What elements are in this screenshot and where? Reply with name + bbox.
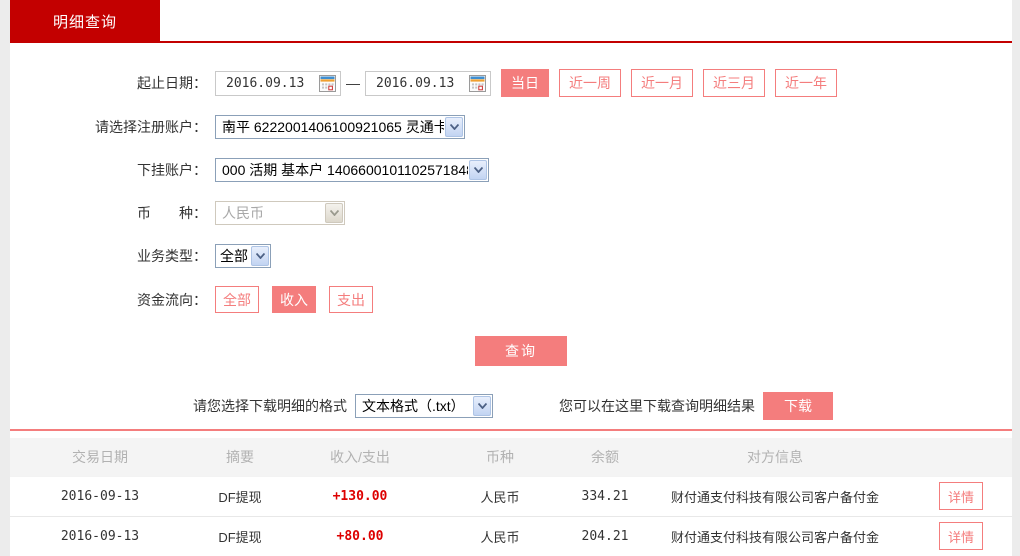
fund-flow-label: 资金流向：	[137, 291, 207, 308]
business-type-row: 业务类型： 全部	[10, 243, 1012, 269]
query-row: 查询	[30, 336, 1012, 366]
query-form: 起止日期： 2016.09.13 — 2016.09.13 当日 近一周 近一月…	[10, 43, 1012, 420]
tab-detail-query[interactable]: 明细查询	[10, 0, 160, 43]
end-date-value: 2016.09.13	[376, 75, 455, 91]
date-range-row: 起止日期： 2016.09.13 — 2016.09.13 当日 近一周 近一月…	[10, 69, 1012, 97]
download-format-value: 文本格式（.txt）	[362, 398, 465, 414]
cell-trade-date: 2016-09-13	[10, 516, 190, 556]
cell-counterparty: 财付通支付科技有限公司客户备付金	[640, 475, 910, 517]
chevron-down-icon	[473, 396, 491, 416]
cell-trade-date: 2016-09-13	[10, 475, 190, 517]
header-balance: 余额	[570, 438, 640, 476]
results-table: 交易日期 摘要 收入/支出 币种 余额 对方信息 2016-09-13 DF提现…	[10, 438, 1012, 556]
header-counterparty: 对方信息	[640, 438, 910, 476]
currency-value: 人民币	[222, 205, 264, 221]
fund-flow-income-button[interactable]: 收入	[272, 286, 316, 313]
cell-currency: 人民币	[430, 516, 570, 556]
calendar-icon[interactable]	[319, 74, 336, 92]
currency-row: 币 种： 人民币	[10, 200, 1012, 226]
header-summary: 摘要	[190, 438, 290, 476]
download-button[interactable]: 下载	[763, 392, 833, 420]
fund-flow-expense-button[interactable]: 支出	[329, 286, 373, 313]
detail-button[interactable]: 详情	[939, 482, 983, 510]
sub-account-row: 下挂账户： 000 活期 基本户 1406600101102571848	[10, 157, 1012, 183]
section-divider	[10, 429, 1012, 431]
cell-amount: +130.00	[290, 475, 430, 517]
calendar-icon[interactable]	[469, 74, 486, 92]
quick-range-today-button[interactable]: 当日	[501, 69, 549, 97]
header-trade-date: 交易日期	[10, 438, 190, 476]
sub-account-value: 000 活期 基本户 1406600101102571848	[222, 162, 468, 178]
sub-account-label: 下挂账户：	[137, 162, 207, 178]
cell-action: 详情	[910, 475, 1012, 517]
cell-summary: DF提现	[190, 475, 290, 517]
fund-flow-row: 资金流向： 全部 收入 支出	[10, 286, 1012, 313]
quick-range-week-button[interactable]: 近一周	[559, 69, 621, 97]
quick-range-year-button[interactable]: 近一年	[775, 69, 837, 97]
start-date-input[interactable]: 2016.09.13	[215, 70, 341, 96]
register-account-label: 请选择注册账户：	[95, 119, 207, 135]
date-range-separator: —	[346, 75, 360, 91]
download-hint: 您可以在这里下载查询明细结果	[559, 398, 755, 414]
quick-range-month-button[interactable]: 近一月	[631, 69, 693, 97]
end-date-input[interactable]: 2016.09.13	[365, 70, 491, 96]
sub-account-select[interactable]: 000 活期 基本户 1406600101102571848	[215, 158, 489, 182]
register-account-value: 南平 6222001406100921065 灵通卡	[222, 119, 444, 135]
register-account-select[interactable]: 南平 6222001406100921065 灵通卡	[215, 115, 465, 139]
business-type-label: 业务类型：	[137, 248, 207, 264]
table-row: 2016-09-13 DF提现 +80.00 人民币 204.21 财付通支付科…	[10, 516, 1012, 556]
chevron-down-icon	[445, 117, 463, 137]
chevron-down-icon	[469, 160, 487, 180]
start-date-value: 2016.09.13	[226, 75, 305, 91]
cell-currency: 人民币	[430, 475, 570, 517]
header-currency: 币种	[430, 438, 570, 476]
table-header-row: 交易日期 摘要 收入/支出 币种 余额 对方信息	[10, 438, 1012, 476]
register-account-row: 请选择注册账户： 南平 6222001406100921065 灵通卡	[10, 114, 1012, 140]
business-type-select[interactable]: 全部	[215, 244, 271, 268]
query-button[interactable]: 查询	[475, 336, 567, 366]
header-amount: 收入/支出	[290, 438, 430, 476]
tab-bar: 明细查询	[10, 0, 1012, 43]
detail-button[interactable]: 详情	[939, 522, 983, 550]
quick-range-3months-button[interactable]: 近三月	[703, 69, 765, 97]
chevron-down-icon	[325, 203, 343, 223]
download-row: 请您选择下载明细的格式 文本格式（.txt） 您可以在这里下载查询明细结果 下载	[193, 392, 1012, 420]
cell-balance: 334.21	[570, 475, 640, 517]
date-range-label: 起止日期：	[137, 75, 207, 91]
table-row: 2016-09-13 DF提现 +130.00 人民币 334.21 财付通支付…	[10, 475, 1012, 517]
cell-summary: DF提现	[190, 516, 290, 556]
content-panel: 明细查询 起止日期： 2016.09.13 — 2016.09.13 当日 近一…	[10, 0, 1012, 556]
cell-counterparty: 财付通支付科技有限公司客户备付金	[640, 516, 910, 556]
download-format-label: 请您选择下载明细的格式	[193, 398, 347, 414]
download-format-select[interactable]: 文本格式（.txt）	[355, 394, 493, 418]
cell-amount: +80.00	[290, 516, 430, 556]
header-action	[910, 438, 1012, 476]
chevron-down-icon	[251, 246, 269, 266]
currency-label: 币 种：	[137, 205, 207, 221]
business-type-value: 全部	[220, 248, 248, 264]
fund-flow-all-button[interactable]: 全部	[215, 286, 259, 313]
cell-action: 详情	[910, 516, 1012, 556]
cell-balance: 204.21	[570, 516, 640, 556]
currency-select: 人民币	[215, 201, 345, 225]
